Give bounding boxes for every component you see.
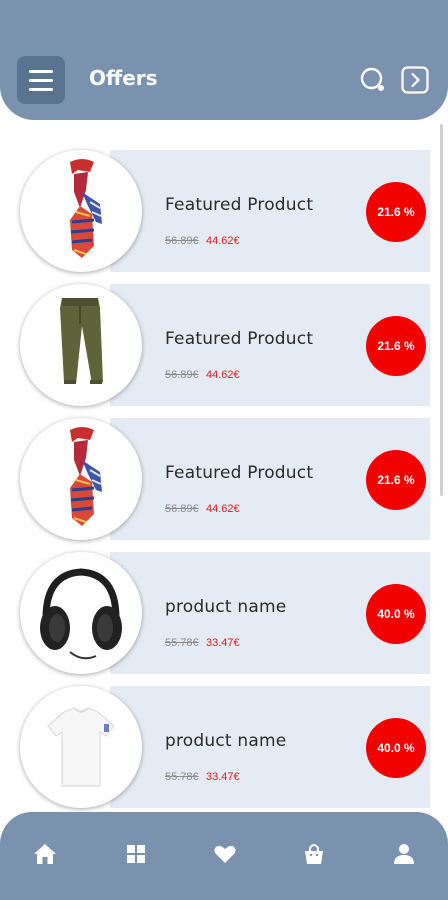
menu-icon-line [29, 78, 53, 82]
menu-button[interactable] [17, 56, 65, 104]
product-image [20, 418, 142, 540]
bag-icon[interactable] [302, 842, 326, 866]
page-title: Offers [89, 66, 158, 90]
list-item[interactable]: product name 55.78€ 33.47€ 40.0 % [0, 552, 448, 674]
heart-icon[interactable] [213, 842, 237, 866]
scarf-icon [70, 159, 102, 258]
product-name: product name [165, 731, 287, 751]
old-price: 55.78€ [165, 771, 199, 783]
product-image [20, 150, 142, 272]
user-icon[interactable] [392, 842, 416, 866]
product-name: product name [165, 597, 287, 617]
menu-icon-line [29, 69, 53, 73]
sale-price: 33.47€ [206, 771, 240, 783]
old-price: 55.78€ [165, 637, 199, 649]
old-price: 56.89€ [165, 235, 199, 247]
sale-price: 44.62€ [206, 235, 240, 247]
product-name: Featured Product [165, 195, 314, 215]
old-price: 56.89€ [165, 503, 199, 515]
list-item[interactable]: Featured Product 56.89€ 44.62€ 21.6 % [0, 150, 448, 272]
search-icon[interactable] [359, 66, 387, 94]
discount-badge: 40.0 % [366, 718, 426, 778]
tshirt-icon [47, 707, 115, 787]
discount-badge: 40.0 % [366, 584, 426, 644]
scarf-icon [70, 427, 102, 526]
menu-icon-line [29, 87, 53, 91]
bottom-navigation [0, 812, 448, 900]
grid-icon[interactable] [124, 842, 148, 866]
product-name: Featured Product [165, 463, 314, 483]
list-item[interactable]: Featured Product 56.89€ 44.62€ 21.6 % [0, 418, 448, 540]
product-image [20, 284, 142, 406]
product-name: Featured Product [165, 329, 314, 349]
list-item[interactable]: product name 55.78€ 33.47€ 40.0 % [0, 686, 448, 808]
sale-price: 44.62€ [206, 503, 240, 515]
sale-price: 33.47€ [206, 637, 240, 649]
old-price: 56.89€ [165, 369, 199, 381]
discount-badge: 21.6 % [366, 316, 426, 376]
chevron-right-icon[interactable] [401, 66, 429, 94]
sale-price: 44.62€ [206, 369, 240, 381]
home-icon[interactable] [33, 842, 57, 866]
product-image [20, 686, 142, 808]
product-image [20, 552, 142, 674]
list-item[interactable]: Featured Product 56.89€ 44.62€ 21.6 % [0, 284, 448, 406]
headphones-icon [40, 568, 122, 660]
discount-badge: 21.6 % [366, 182, 426, 242]
discount-badge: 21.6 % [366, 450, 426, 510]
app-header: Offers [0, 0, 448, 120]
pants-icon [60, 298, 103, 384]
